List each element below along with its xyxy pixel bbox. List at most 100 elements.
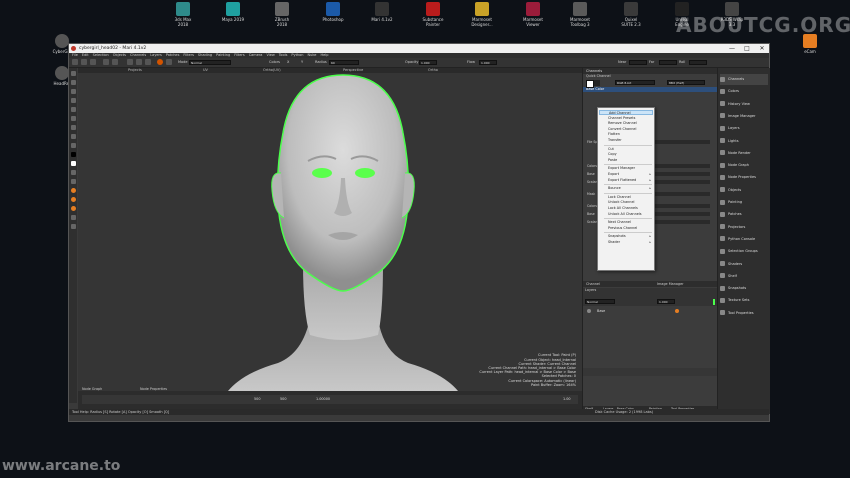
- tab-image-manager[interactable]: Image Manager: [657, 281, 684, 287]
- blur-icon[interactable]: [70, 116, 76, 121]
- menu-item[interactable]: Channels: [130, 53, 146, 57]
- size-select[interactable]: RGB 8-bit: [615, 80, 655, 85]
- menu-item[interactable]: Tools: [279, 53, 288, 57]
- desktop-icon[interactable]: Mari 4.1v2: [362, 2, 402, 22]
- context-menu-item[interactable]: Convert Channel: [608, 127, 636, 132]
- context-menu-item[interactable]: Channel Presets: [608, 116, 635, 121]
- channel-property-field[interactable]: [655, 204, 710, 208]
- sidebar-item[interactable]: Channels: [720, 74, 768, 85]
- roll-field[interactable]: [689, 60, 707, 65]
- near-field[interactable]: [629, 60, 647, 65]
- menu-item[interactable]: Edit: [82, 53, 89, 57]
- brush-options-icon[interactable]: [166, 59, 172, 65]
- tab-node-graph[interactable]: Node Graph: [82, 387, 102, 391]
- menu-item[interactable]: Shading: [198, 53, 212, 57]
- context-menu-item[interactable]: Paste: [608, 158, 617, 163]
- menu-item[interactable]: Filters: [183, 53, 194, 57]
- channel-row-base-color[interactable]: Base Color: [583, 87, 717, 92]
- minimize-button[interactable]: —: [725, 44, 739, 53]
- orange-dot-icon[interactable]: [70, 197, 76, 202]
- fill-icon[interactable]: [70, 134, 76, 139]
- channel-property-field[interactable]: [655, 192, 710, 196]
- desktop-icon[interactable]: 3ds Max 2018: [163, 2, 203, 27]
- context-menu-item[interactable]: Next Channel: [608, 220, 631, 225]
- desktop-icon[interactable]: eCam: [790, 34, 830, 54]
- channel-property-field[interactable]: [655, 164, 710, 168]
- sidebar-item[interactable]: Patches: [720, 209, 768, 220]
- fps-field[interactable]: 1.00000: [316, 397, 330, 401]
- menu-item[interactable]: File: [72, 53, 78, 57]
- sidebar-item[interactable]: Texture Sets: [720, 295, 768, 306]
- tab-node-properties[interactable]: Node Properties: [140, 387, 167, 391]
- menu-item[interactable]: Help: [320, 53, 328, 57]
- menu-item[interactable]: Objects: [113, 53, 126, 57]
- context-menu-item[interactable]: Lock All Channels: [608, 206, 638, 211]
- open-icon[interactable]: [81, 59, 87, 65]
- frame-start-field[interactable]: 500: [254, 397, 260, 401]
- smudge-icon[interactable]: [70, 125, 76, 130]
- settings-icon[interactable]: [145, 59, 151, 65]
- context-menu-item[interactable]: Flatten: [608, 132, 620, 137]
- context-menu-item[interactable]: Add Channel: [599, 110, 653, 115]
- menu-item[interactable]: Nuke: [308, 53, 317, 57]
- context-menu-item[interactable]: Unlock Channel: [608, 200, 634, 205]
- context-menu-item[interactable]: Bounce: [608, 186, 621, 191]
- maximize-button[interactable]: □: [740, 44, 754, 53]
- brush-tip-icon[interactable]: [157, 59, 163, 65]
- far-field[interactable]: [659, 60, 677, 65]
- desktop-icon[interactable]: Marmoset Viewer: [513, 2, 553, 27]
- sidebar-item[interactable]: Node Graph: [720, 160, 768, 171]
- new-icon[interactable]: [72, 59, 78, 65]
- tab-channel[interactable]: Channel: [586, 281, 600, 287]
- color-swatch-icon[interactable]: [70, 152, 76, 157]
- close-button[interactable]: ✕: [755, 44, 769, 53]
- select-icon[interactable]: [70, 71, 76, 76]
- brush-icon[interactable]: [70, 89, 76, 94]
- viewport[interactable]: ProjectsUVOrtho(UV)PerspectiveOrtho: [78, 68, 582, 391]
- paint-through-icon[interactable]: [70, 179, 76, 184]
- sidebar-item[interactable]: Selection Groups: [720, 246, 768, 257]
- menu-item[interactable]: Filters: [234, 53, 245, 57]
- context-menu-item[interactable]: Snapshots: [608, 234, 626, 239]
- channel-property-field[interactable]: [655, 220, 710, 224]
- desktop-icon[interactable]: Photoshop: [313, 2, 353, 22]
- window-titlebar[interactable]: cybergirl_head02 - Mari 4.1v2 — □ ✕: [69, 44, 769, 53]
- menu-item[interactable]: Selection: [93, 53, 109, 57]
- layer-lock-icon[interactable]: [675, 309, 679, 313]
- layout-icon[interactable]: [70, 215, 76, 220]
- sidebar-item[interactable]: Shaders: [720, 259, 768, 270]
- color-swatch-icon[interactable]: [70, 161, 76, 166]
- context-menu-item[interactable]: Copy: [608, 152, 617, 157]
- sidebar-item[interactable]: Projectors: [720, 222, 768, 233]
- sidebar-item[interactable]: Colors: [720, 86, 768, 97]
- sidebar-item[interactable]: Tool Properties: [720, 308, 768, 319]
- frame-end-field[interactable]: 500: [280, 397, 286, 401]
- layer-visibility-icon[interactable]: [587, 309, 591, 313]
- desktop-icon[interactable]: Maya 2019: [213, 2, 253, 22]
- sidebar-item[interactable]: Node Render: [720, 148, 768, 159]
- context-menu-item[interactable]: Remove Channel: [608, 121, 637, 126]
- menu-item[interactable]: Camera: [249, 53, 263, 57]
- sidebar-item[interactable]: Objects: [720, 185, 768, 196]
- sidebar-item[interactable]: Python Console: [720, 234, 768, 245]
- undo-icon[interactable]: [103, 59, 109, 65]
- channel-property-field[interactable]: [655, 140, 710, 144]
- context-menu-item[interactable]: Previous Channel: [608, 226, 637, 231]
- desktop-icon[interactable]: Marmoset Toolbag 3: [560, 2, 600, 27]
- context-menu-item[interactable]: Export Manager: [608, 166, 635, 171]
- save-icon[interactable]: [90, 59, 96, 65]
- context-menu-item[interactable]: Shader: [608, 240, 620, 245]
- eraser-icon[interactable]: [70, 98, 76, 103]
- clone-icon[interactable]: [70, 107, 76, 112]
- eyedropper-icon[interactable]: [70, 143, 76, 148]
- channel-property-field[interactable]: [655, 212, 710, 216]
- swatch-black[interactable]: [586, 80, 594, 88]
- orange-dot-icon[interactable]: [70, 188, 76, 193]
- mode-select[interactable]: Normal: [189, 60, 231, 65]
- desktop-icon[interactable]: ZBrush 2018: [262, 2, 302, 27]
- sidebar-item[interactable]: Layers: [720, 123, 768, 134]
- layout-icon[interactable]: [70, 224, 76, 229]
- sidebar-item[interactable]: Image Manager: [720, 111, 768, 122]
- context-menu-item[interactable]: Export: [608, 172, 619, 177]
- sidebar-item[interactable]: Shelf: [720, 271, 768, 282]
